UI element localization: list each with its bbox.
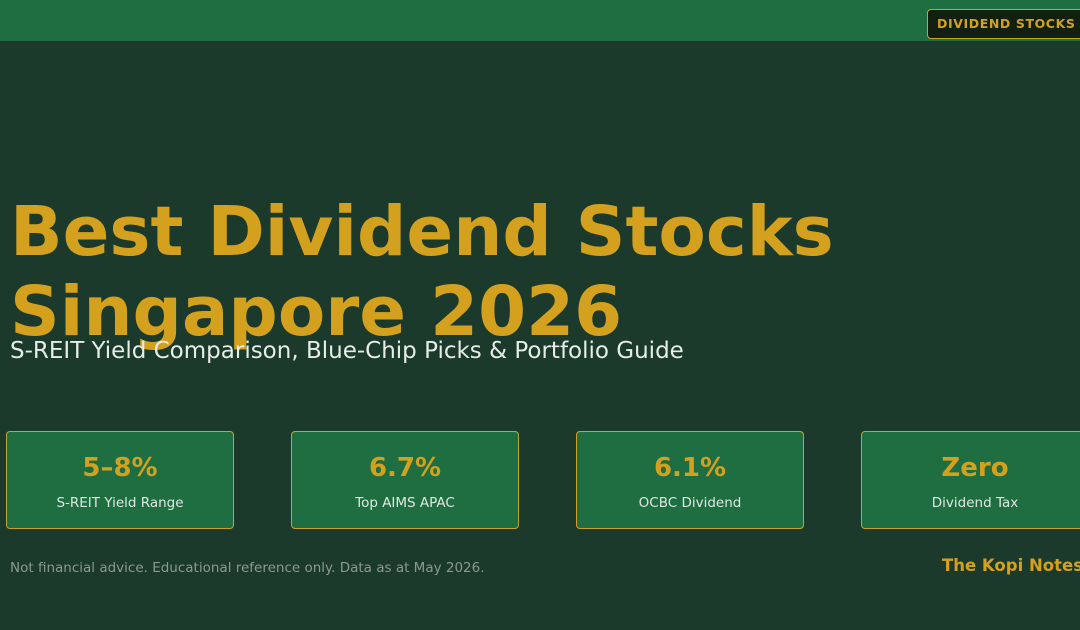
- stat-label: S-REIT Yield Range: [56, 495, 184, 511]
- stat-label: OCBC Dividend: [638, 495, 742, 511]
- stat-value: 6.7%: [368, 453, 442, 483]
- top-bar: [0, 0, 1080, 41]
- hero-banner: DIVIDEND STOCKS GUIDE Best Dividend Stoc…: [0, 0, 1080, 630]
- disclaimer-text: Not financial advice. Educational refere…: [10, 560, 485, 576]
- stat-value: Zero: [941, 453, 1009, 483]
- stat-card-ocbc-dividend: 6.1% OCBC Dividend: [576, 431, 804, 529]
- stat-value: 6.1%: [653, 453, 727, 483]
- stat-label: Top AIMS APAC: [355, 495, 455, 511]
- stat-value: 5–8%: [82, 453, 158, 483]
- stat-card-sreit-yield: 5–8% S-REIT Yield Range: [6, 431, 234, 529]
- stat-card-dividend-tax: Zero Dividend Tax: [861, 431, 1080, 529]
- category-badge[interactable]: DIVIDEND STOCKS GUIDE: [927, 9, 1080, 39]
- stat-label: Dividend Tax: [931, 495, 1019, 511]
- stat-card-aims-apac: 6.7% Top AIMS APAC: [291, 431, 519, 529]
- page-title-line-1: Best Dividend Stocks: [10, 192, 834, 272]
- brand-name: The Kopi Notes: [942, 556, 1080, 575]
- page-subtitle: S-REIT Yield Comparison, Blue-Chip Picks…: [10, 338, 684, 364]
- page-title: Best Dividend Stocks Singapore 2026: [10, 192, 834, 352]
